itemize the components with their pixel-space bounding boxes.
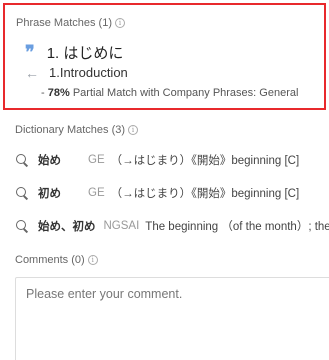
search-icon[interactable] bbox=[15, 219, 31, 233]
translation-assistant-panel: Phrase Matches (1) i ❞ 1. はじめに ← 1.Intro… bbox=[0, 0, 329, 360]
dictionary-source: NGSAI bbox=[103, 220, 140, 232]
dictionary-term: 始め、初め bbox=[38, 221, 96, 233]
comment-input[interactable]: Please enter your comment. bbox=[15, 277, 329, 360]
dictionary-matches-title: Dictionary Matches (3) bbox=[15, 124, 126, 136]
phrase-matches-title: Phrase Matches (1) bbox=[16, 17, 112, 29]
dictionary-definition: （→はじまり）《開始》beginning [C] bbox=[110, 188, 300, 200]
dictionary-entry[interactable]: 始め GE （→はじまり）《開始》beginning [C] bbox=[15, 152, 299, 168]
dictionary-matches-header: Dictionary Matches (3) i bbox=[15, 124, 139, 136]
phrase-match-info: - 78% Partial Match with Company Phrases… bbox=[41, 87, 298, 99]
dictionary-term: 初め bbox=[38, 188, 61, 200]
search-icon[interactable] bbox=[15, 153, 31, 167]
phrase-matches-header: Phrase Matches (1) i bbox=[16, 17, 125, 29]
dictionary-entry[interactable]: 始め、初め NGSAI The beginning （of the month）… bbox=[15, 218, 329, 234]
phrase-source-row[interactable]: ❞ 1. はじめに bbox=[25, 42, 123, 63]
dictionary-source: GE bbox=[88, 154, 105, 166]
info-icon[interactable]: i bbox=[128, 125, 139, 135]
phrase-target-text: 1.Introduction bbox=[49, 65, 128, 80]
dictionary-definition: The beginning （of the month）; the bbox=[145, 221, 329, 233]
match-prefix: - bbox=[41, 87, 48, 99]
dictionary-definition: （→はじまり）《開始》beginning [C] bbox=[110, 155, 300, 167]
phrase-source-text: 1. はじめに bbox=[46, 45, 124, 62]
comments-header: Comments (0) i bbox=[15, 254, 98, 266]
dictionary-entry[interactable]: 初め GE （→はじまり）《開始》beginning [C] bbox=[15, 185, 299, 201]
search-icon[interactable] bbox=[15, 186, 31, 200]
match-percent: 78% bbox=[47, 87, 70, 99]
match-note: Partial Match with Company Phrases: Gene… bbox=[69, 87, 299, 99]
dictionary-term: 始め bbox=[38, 155, 61, 167]
dictionary-source: GE bbox=[88, 187, 105, 199]
phrase-target-row[interactable]: ← 1.Introduction bbox=[25, 65, 128, 80]
quote-icon: ❞ bbox=[25, 41, 35, 63]
info-icon[interactable]: i bbox=[114, 18, 125, 28]
info-icon[interactable]: i bbox=[87, 255, 98, 265]
comments-title: Comments (0) bbox=[15, 254, 85, 266]
arrow-left-icon: ← bbox=[25, 64, 39, 81]
comment-placeholder: Please enter your comment. bbox=[26, 287, 183, 301]
phrase-matches-section: Phrase Matches (1) i ❞ 1. はじめに ← 1.Intro… bbox=[3, 3, 326, 110]
